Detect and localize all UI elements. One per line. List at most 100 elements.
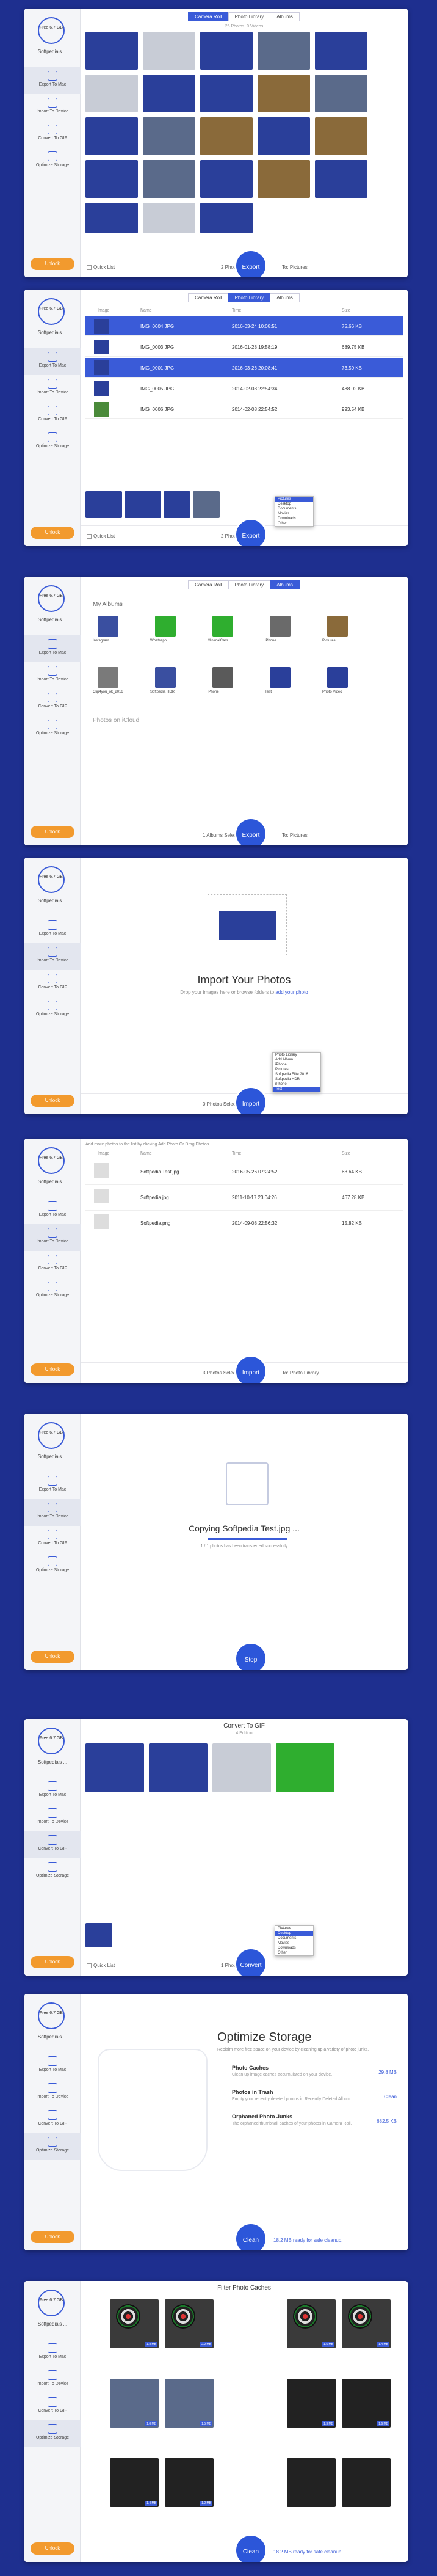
clean-button[interactable]: Clean: [234, 2534, 267, 2562]
photo-thumb[interactable]: [143, 117, 195, 155]
photo-thumb[interactable]: [200, 75, 253, 112]
nav-import-to-device[interactable]: Import To Device: [24, 943, 81, 970]
device-name[interactable]: Softpedia's ...: [31, 1179, 74, 1184]
nav-export-to-mac[interactable]: Export To Mac: [24, 1472, 81, 1499]
device-name[interactable]: Softpedia's ...: [31, 2321, 74, 2327]
cache-image[interactable]: 1.8 MB: [110, 2299, 159, 2348]
photo-strip-thumb[interactable]: [125, 491, 161, 518]
table-row[interactable]: Softpedia.png 2014-09-08 22:56:32 15.82 KB: [85, 1212, 403, 1236]
tab-albums[interactable]: Albums: [270, 580, 300, 589]
unlock-button[interactable]: Unlock: [31, 1956, 74, 1968]
destination-select[interactable]: To: Pictures: [282, 833, 308, 838]
tab-camera-roll[interactable]: Camera Roll: [188, 580, 229, 589]
album-cover[interactable]: [98, 616, 118, 637]
cache-image[interactable]: 2.2 MB: [165, 2299, 214, 2348]
cache-image[interactable]: 1.5 MB: [287, 2299, 336, 2348]
cache-image[interactable]: 1.2 MB: [165, 2458, 214, 2507]
album-cover[interactable]: [270, 616, 291, 637]
photo-thumb[interactable]: [315, 75, 367, 112]
device-name[interactable]: Softpedia's ...: [31, 1759, 74, 1765]
unlock-button[interactable]: Unlock: [31, 1363, 74, 1376]
menu-item[interactable]: iPhone: [273, 1082, 320, 1087]
nav-convert-to-gif[interactable]: Convert To GIF: [24, 121, 81, 148]
destination-select[interactable]: To: Photo Library: [282, 1370, 319, 1376]
nav-optimize-storage[interactable]: Optimize Storage: [24, 148, 81, 175]
table-row[interactable]: IMG_0006.JPG 2014-02-08 22:54:52 993.54 KB: [85, 400, 403, 419]
nav-import-to-device[interactable]: Import To Device: [24, 94, 81, 121]
tab-albums[interactable]: Albums: [270, 293, 300, 302]
photo-thumb[interactable]: [85, 1743, 144, 1792]
menu-item[interactable]: Other: [275, 1950, 313, 1955]
photo-thumb[interactable]: [143, 32, 195, 70]
album-cover[interactable]: [155, 616, 176, 637]
add-photo-link[interactable]: add your photo: [275, 990, 308, 995]
album-cover[interactable]: [327, 667, 348, 688]
tab-albums[interactable]: Albums: [270, 12, 300, 21]
quick-list-toggle[interactable]: Quick List: [87, 1963, 115, 1968]
unlock-button[interactable]: Unlock: [31, 826, 74, 838]
nav-optimize-storage[interactable]: Optimize Storage: [24, 429, 81, 456]
nav-import-to-device[interactable]: Import To Device: [24, 2079, 81, 2106]
device-name[interactable]: Softpedia's ...: [31, 330, 74, 335]
menu-item[interactable]: Downloads: [275, 516, 313, 521]
tab-photo-library[interactable]: Photo Library: [228, 580, 271, 589]
nav-import-to-device[interactable]: Import To Device: [24, 375, 81, 402]
nav-export-to-mac[interactable]: Export To Mac: [24, 2340, 81, 2366]
photo-thumb[interactable]: [200, 117, 253, 155]
cache-image[interactable]: 1.5 MB: [165, 2379, 214, 2428]
photo-thumb[interactable]: [258, 75, 310, 112]
menu-item[interactable]: Add Album: [273, 1057, 320, 1062]
nav-export-to-mac[interactable]: Export To Mac: [24, 635, 81, 662]
cache-image[interactable]: 1.4 MB: [110, 2458, 159, 2507]
photo-thumb[interactable]: [258, 160, 310, 198]
nav-convert-to-gif[interactable]: Convert To GIF: [24, 1831, 81, 1858]
table-row[interactable]: Softpedia.jpg 2011-10-17 23:04:26 467.28 K…: [85, 1186, 403, 1211]
import-button[interactable]: Import: [234, 1355, 267, 1383]
nav-convert-to-gif[interactable]: Convert To GIF: [24, 2106, 81, 2133]
clean-button[interactable]: Clean: [234, 2222, 267, 2250]
device-name[interactable]: Softpedia's ...: [31, 49, 74, 54]
quick-list-toggle[interactable]: Quick List: [87, 533, 115, 539]
nav-optimize-storage[interactable]: Optimize Storage: [24, 997, 81, 1024]
table-row[interactable]: IMG_0005.JPG 2014-02-08 22:54:34 488.02 KB: [85, 379, 403, 398]
nav-convert-to-gif[interactable]: Convert To GIF: [24, 402, 81, 429]
drop-zone[interactable]: [208, 894, 287, 955]
device-name[interactable]: Softpedia's ...: [31, 617, 74, 622]
nav-convert-to-gif[interactable]: Convert To GIF: [24, 2393, 81, 2420]
cache-image[interactable]: 1.4 MB: [342, 2299, 391, 2348]
photo-thumb[interactable]: [143, 75, 195, 112]
nav-optimize-storage[interactable]: Optimize Storage: [24, 716, 81, 743]
album-cover[interactable]: [270, 667, 291, 688]
nav-import-to-device[interactable]: Import To Device: [24, 2366, 81, 2393]
menu-item[interactable]: Desktop: [275, 502, 313, 506]
photo-thumb[interactable]: [143, 160, 195, 198]
nav-optimize-storage[interactable]: Optimize Storage: [24, 1553, 81, 1580]
photo-thumb[interactable]: [85, 75, 138, 112]
nav-convert-to-gif[interactable]: Convert To GIF: [24, 689, 81, 716]
menu-item[interactable]: Test: [273, 1087, 320, 1092]
cache-image[interactable]: 1.3 MB: [287, 2379, 336, 2428]
nav-import-to-device[interactable]: Import To Device: [24, 1224, 81, 1251]
cache-image[interactable]: [342, 2458, 391, 2507]
photo-thumb[interactable]: [315, 160, 367, 198]
album-cover[interactable]: [327, 616, 348, 637]
menu-item[interactable]: Photo Library: [273, 1053, 320, 1057]
table-row[interactable]: IMG_0001.JPG 2016-03-26 20:08:41 73.50 KB: [85, 358, 403, 378]
menu-item[interactable]: Softpedia HDR: [273, 1077, 320, 1082]
table-row[interactable]: Softpedia Test.jpg 2016-05-26 07:24:52 63.…: [85, 1161, 403, 1185]
photo-thumb[interactable]: [85, 160, 138, 198]
menu-item[interactable]: Movies: [275, 1941, 313, 1946]
menu-item[interactable]: Documents: [275, 506, 313, 511]
option-photo-caches[interactable]: Photo Caches Clean up image caches accumu…: [232, 2065, 397, 2087]
stop-button[interactable]: Stop: [234, 1642, 267, 1670]
device-name[interactable]: Softpedia's ...: [31, 898, 74, 903]
destination-select[interactable]: To: Pictures: [282, 265, 308, 270]
album-cover[interactable]: [212, 616, 233, 637]
menu-item[interactable]: iPhone: [273, 1062, 320, 1067]
unlock-button[interactable]: Unlock: [31, 527, 74, 539]
tab-camera-roll[interactable]: Camera Roll: [188, 12, 229, 21]
unlock-button[interactable]: Unlock: [31, 2542, 74, 2555]
menu-item[interactable]: Documents: [275, 1936, 313, 1941]
photo-thumb[interactable]: [149, 1743, 208, 1792]
unlock-button[interactable]: Unlock: [31, 258, 74, 270]
